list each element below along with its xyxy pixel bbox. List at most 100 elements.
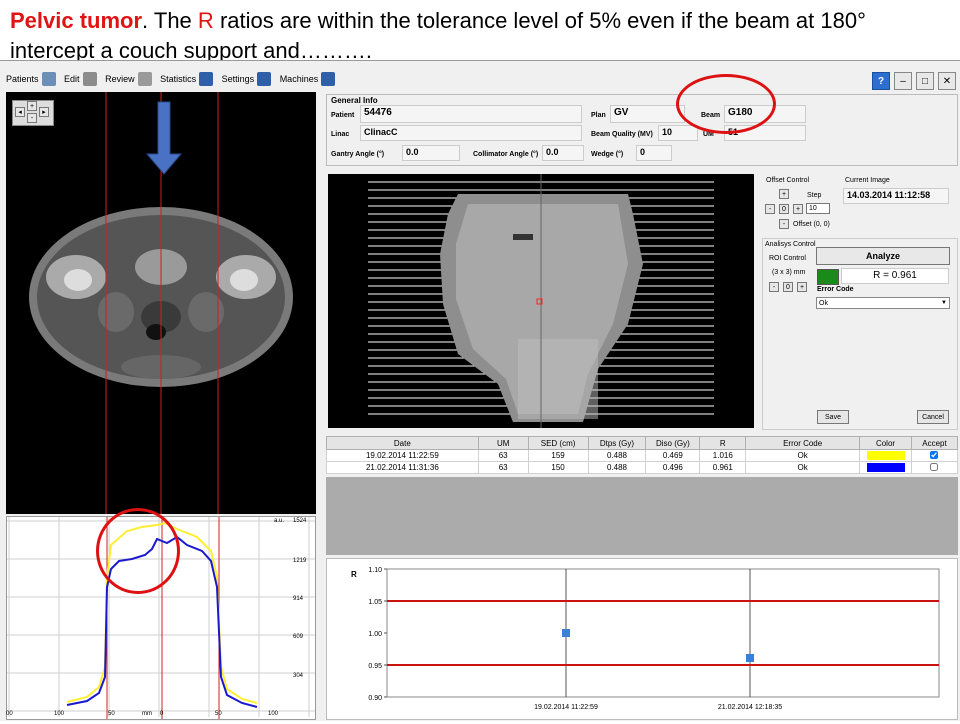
annotation-circle-profile — [96, 508, 180, 594]
profile-xtick-4: mm — [142, 711, 152, 717]
col-header-dtps[interactable]: Dtps (Gy) — [587, 436, 647, 450]
analysis-group — [762, 238, 958, 430]
col-header-sed[interactable]: SED (cm) — [527, 436, 589, 450]
cell-um: 63 — [477, 461, 529, 474]
table-empty-area — [326, 477, 958, 555]
analyze-button[interactable]: Analyze — [816, 247, 950, 265]
menu-review[interactable]: Review — [105, 72, 152, 86]
col-header-um[interactable]: UM — [477, 436, 529, 450]
roi-value[interactable]: 0 — [783, 282, 793, 292]
color-swatch — [866, 463, 905, 472]
wedge-field[interactable]: 0 — [636, 145, 672, 161]
zoom-minus-icon[interactable]: - — [27, 113, 37, 123]
slide-title: Pelvic tumor. The R ratios are within th… — [10, 6, 955, 66]
beam-quality-label: Beam Quality (MV) — [591, 131, 653, 138]
step-label: Step — [807, 192, 822, 199]
general-info-header: General Info — [331, 96, 378, 105]
menu-patients[interactable]: Patients — [6, 72, 56, 86]
plan-label: Plan — [591, 112, 606, 119]
col-header-error-code[interactable]: Error Code — [745, 436, 861, 450]
save-button[interactable]: Save — [817, 410, 849, 424]
r-ytick-label: 1.10 — [368, 567, 382, 574]
results-table: Date UM SED (cm) Dtps (Gy) Diso (Gy) R E… — [326, 436, 959, 474]
cell-dtps: 0.488 — [587, 449, 647, 462]
r-ytick-label: 1.05 — [368, 599, 382, 606]
ct-scan-image — [29, 92, 293, 514]
patient-field[interactable]: 54476 — [360, 105, 582, 123]
profile-xtick-3: 50 — [108, 711, 115, 717]
col-header-r[interactable]: R — [699, 436, 747, 450]
settings-icon — [257, 72, 272, 86]
zoom-control[interactable]: ◂ + - ▸ — [12, 100, 54, 126]
gantry-angle-label: Gantry Angle (°) — [331, 151, 385, 158]
profile-xtick-6: 50 — [215, 711, 222, 717]
profile-ytick-2: 1219 — [293, 558, 307, 564]
cell-error-code: Ok — [745, 449, 861, 462]
slide-title-part1: . The — [142, 8, 192, 33]
cell-date: 19.02.2014 11:22:59 — [326, 449, 479, 462]
r-ratio-plot: 1.10 1.05 1.00 0.95 0.90 R 19.02.2014 11:22:59… — [351, 567, 940, 711]
portal-image-panel[interactable] — [328, 174, 754, 428]
offset-control-header: Offset Control — [766, 177, 810, 184]
current-image-header: Current Image — [845, 177, 890, 184]
maximize-icon[interactable]: □ — [916, 72, 934, 90]
table-row[interactable]: 19.02.2014 11:22:59 63 159 0.488 0.469 1… — [326, 449, 959, 462]
r-xtick-label: 21.02.2014 12:18:35 — [718, 704, 782, 711]
collimator-angle-field[interactable]: 0.0 — [542, 145, 584, 161]
machines-icon — [321, 72, 336, 86]
profile-xtick-5: 0 — [160, 711, 164, 717]
roi-decrease-button[interactable]: - — [769, 282, 779, 292]
zoom-out-icon[interactable]: ◂ — [15, 107, 25, 117]
roi-increase-button[interactable]: + — [797, 282, 807, 292]
menu-edit[interactable]: Edit — [64, 72, 97, 86]
profile-unit-label: a.u. — [274, 518, 285, 524]
r-ytick-label: 0.95 — [368, 663, 382, 670]
menu-settings[interactable]: Settings — [222, 72, 272, 86]
accept-checkbox[interactable] — [930, 450, 939, 459]
table-header-row: Date UM SED (cm) Dtps (Gy) Diso (Gy) R E… — [326, 436, 959, 450]
pan-right-icon[interactable]: ▸ — [39, 107, 49, 117]
r-ylabel: R — [351, 570, 357, 579]
step-field[interactable]: 10 — [806, 203, 830, 214]
r-plot-area — [386, 568, 940, 698]
result-color-swatch — [817, 269, 839, 285]
col-header-date[interactable]: Date — [326, 436, 479, 450]
offset-x-value[interactable]: 0 — [779, 204, 789, 214]
cell-r: 0.961 — [699, 461, 747, 474]
table-row[interactable]: 21.02.2014 11:31:36 63 150 0.488 0.496 0… — [326, 461, 959, 474]
error-code-select[interactable]: Ok ▼ — [816, 297, 950, 309]
zoom-in-icon[interactable]: + — [27, 101, 37, 111]
help-icon[interactable]: ? — [872, 72, 890, 90]
minimize-icon[interactable]: – — [894, 72, 912, 90]
menu-statistics[interactable]: Statistics — [160, 72, 214, 86]
profile-xtick-2: 100 — [54, 711, 65, 717]
gantry-angle-field[interactable]: 0.0 — [402, 145, 460, 161]
review-icon — [137, 72, 152, 86]
offset-down-button[interactable]: - — [779, 219, 789, 229]
offset-left-button[interactable]: - — [765, 204, 775, 214]
beam-quality-field[interactable]: 10 — [658, 125, 698, 141]
r-ytick-label: 1.00 — [368, 631, 382, 638]
offset-up-button[interactable]: + — [779, 189, 789, 199]
cancel-button[interactable]: Cancel — [917, 410, 949, 424]
ct-image-panel[interactable] — [6, 92, 316, 514]
col-header-accept[interactable]: Accept — [910, 436, 959, 450]
slide-title-r: R — [197, 8, 214, 33]
cell-color — [859, 461, 912, 474]
wedge-label: Wedge (°) — [591, 151, 624, 158]
analysis-control-header: Analisys Control — [765, 241, 816, 248]
plan-field[interactable]: GV — [610, 105, 685, 123]
down-arrow-icon — [145, 101, 183, 175]
r-ytick-label: 0.90 — [368, 695, 382, 702]
cell-dtps: 0.488 — [587, 461, 647, 474]
offset-right-button[interactable]: + — [793, 204, 803, 214]
accept-checkbox[interactable] — [930, 462, 939, 471]
col-header-diso[interactable]: Diso (Gy) — [645, 436, 701, 450]
cell-diso: 0.469 — [645, 449, 701, 462]
cell-diso: 0.496 — [645, 461, 701, 474]
statistics-icon — [199, 72, 214, 86]
linac-field[interactable]: ClinacC — [360, 125, 582, 141]
menu-machines[interactable]: Machines — [280, 72, 336, 86]
close-icon[interactable]: ✕ — [938, 72, 956, 90]
col-header-color[interactable]: Color — [859, 436, 912, 450]
